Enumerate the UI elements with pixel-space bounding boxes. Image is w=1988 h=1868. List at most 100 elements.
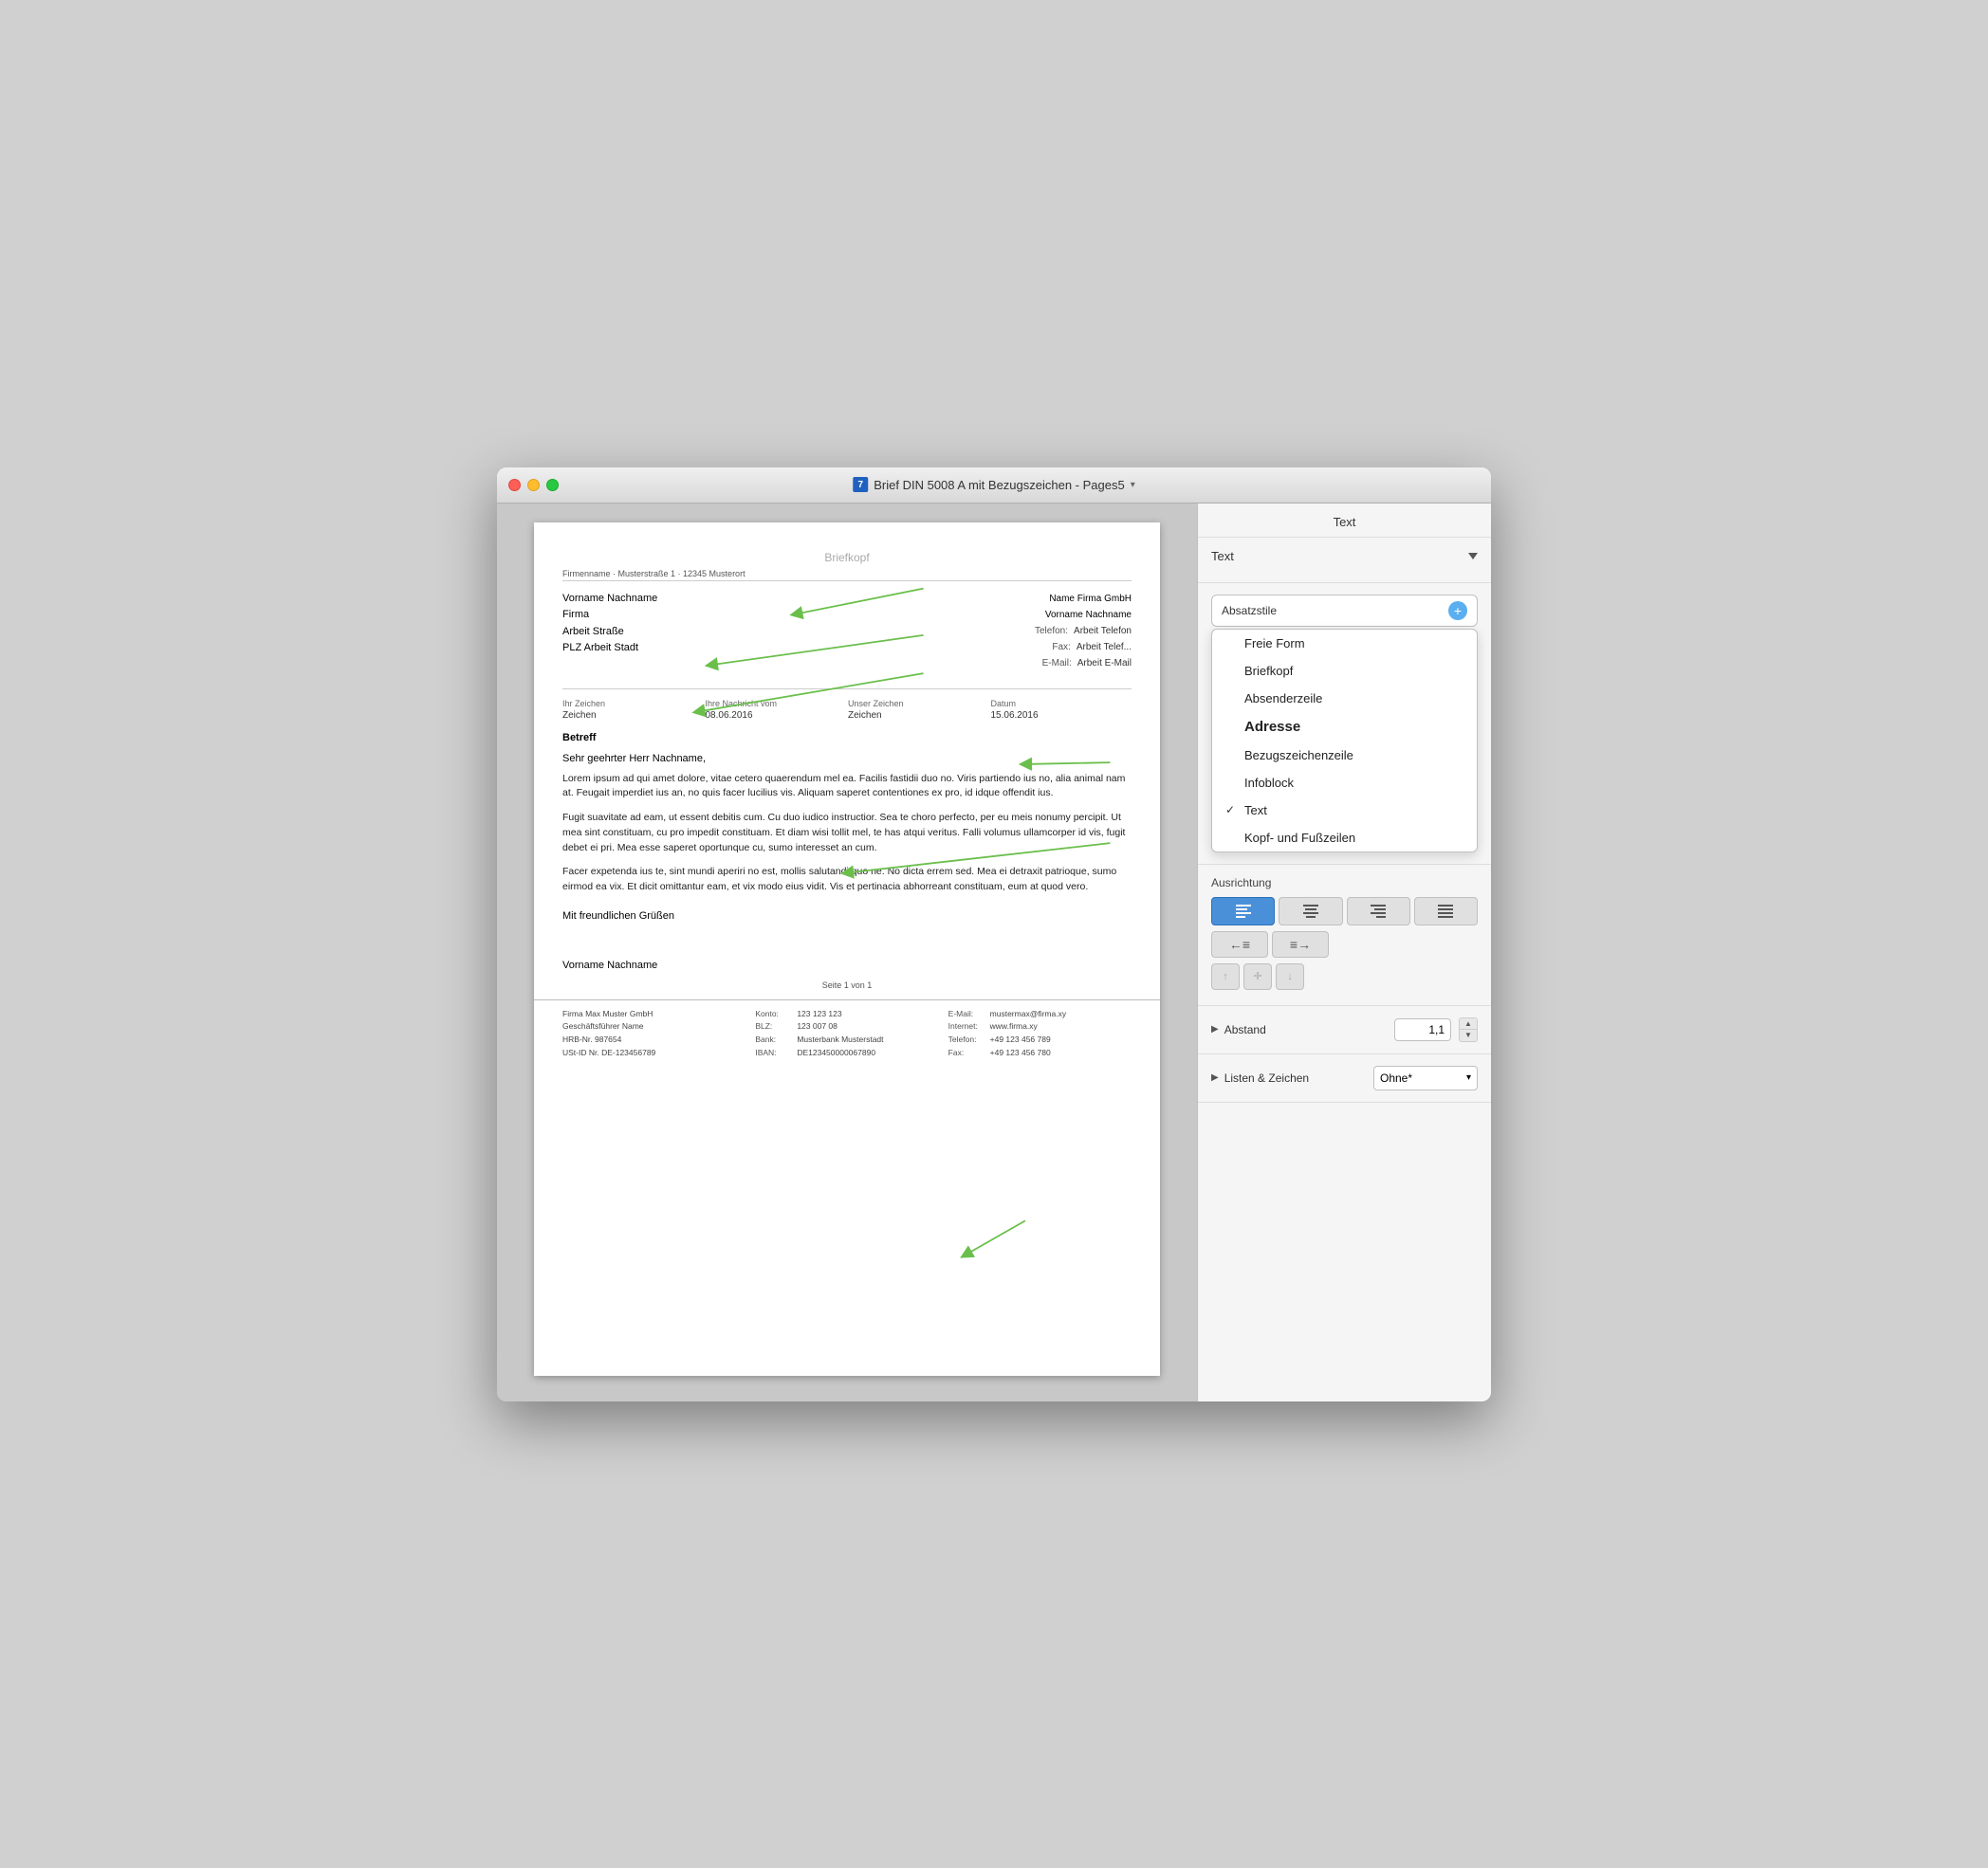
blz-val: 123 007 08 bbox=[797, 1020, 838, 1034]
address-strasse: Arbeit Straße bbox=[562, 624, 657, 641]
sender-email-row: E-Mail: Arbeit E-Mail bbox=[1021, 655, 1132, 671]
bank-val: Musterbank Musterstadt bbox=[797, 1034, 883, 1047]
listen-collapse-icon: ▶ bbox=[1211, 1072, 1219, 1083]
text-style-label: Text bbox=[1211, 549, 1234, 563]
style-label-freieform: Freie Form bbox=[1244, 636, 1305, 650]
signature-name: Vorname Nachname bbox=[562, 960, 1132, 971]
footer-email-val: mustermax@firma.xy bbox=[990, 1008, 1066, 1021]
document-page: Briefkopf Firmenname · Musterstraße 1 · … bbox=[534, 522, 1160, 1376]
listen-select[interactable]: Ohne* ▾ bbox=[1373, 1066, 1478, 1090]
betreff: Betreff bbox=[562, 732, 1132, 743]
doc-wrapper: Briefkopf Firmenname · Musterstraße 1 · … bbox=[516, 522, 1178, 1376]
bz-val-3: 15.06.2016 bbox=[991, 710, 1132, 721]
footer-iban-row: IBAN: DE123450000067890 bbox=[755, 1047, 938, 1060]
chevron-down-icon[interactable] bbox=[1468, 553, 1478, 559]
style-label-infoblock: Infoblock bbox=[1244, 776, 1294, 790]
bz-label-2: Unser Zeichen bbox=[848, 699, 989, 708]
paragraph-2: Fugit suavitate ad eam, ut essent debiti… bbox=[562, 811, 1132, 855]
close-button[interactable] bbox=[508, 479, 521, 491]
indent-increase-button[interactable]: ≡→ bbox=[1272, 931, 1329, 958]
bz-label-0: Ihr Zeichen bbox=[562, 699, 704, 708]
align-center-button[interactable] bbox=[1279, 897, 1342, 925]
bz-val-1: 08.06.2016 bbox=[706, 710, 847, 721]
window-title: 7 Brief DIN 5008 A mit Bezugszeichen - P… bbox=[853, 477, 1135, 492]
footer-company: Firma Max Muster GmbH bbox=[562, 1008, 746, 1021]
text-style-section: Text bbox=[1198, 538, 1491, 583]
abstand-row: ▶ Abstand ▲ ▼ bbox=[1211, 1017, 1478, 1042]
app-window: 7 Brief DIN 5008 A mit Bezugszeichen - P… bbox=[497, 467, 1491, 1401]
style-item-freieform[interactable]: Freie Form bbox=[1212, 630, 1477, 657]
col-bottom-button[interactable]: ↓ bbox=[1276, 963, 1304, 990]
footer-telefon-row: Telefon: +49 123 456 789 bbox=[948, 1034, 1132, 1047]
align-right-button[interactable] bbox=[1347, 897, 1410, 925]
sender-company: Name Firma GmbH bbox=[1021, 591, 1132, 607]
abstand-increase-button[interactable]: ▲ bbox=[1460, 1018, 1477, 1030]
paragraph-3: Facer expetenda ius te, sint mundi aperi… bbox=[562, 865, 1132, 895]
konto-label: Konto: bbox=[755, 1008, 793, 1021]
bz-val-0: Zeichen bbox=[562, 710, 704, 721]
address-block: Vorname Nachname Firma Arbeit Straße PLZ… bbox=[562, 591, 657, 657]
iban-val: DE123450000067890 bbox=[797, 1047, 875, 1060]
indent-decrease-button[interactable]: ←≡ bbox=[1211, 931, 1268, 958]
blz-label: BLZ: bbox=[755, 1020, 793, 1034]
bank-label: Bank: bbox=[755, 1034, 793, 1047]
minimize-button[interactable] bbox=[527, 479, 540, 491]
style-item-adresse[interactable]: Adresse bbox=[1212, 712, 1477, 742]
footer-fax-val: +49 123 456 780 bbox=[990, 1047, 1051, 1060]
align-justify-button[interactable] bbox=[1414, 897, 1478, 925]
right-panel: Text Text Absatzstile + bbox=[1197, 504, 1491, 1401]
absatzstile-dropdown: Absatzstile + Freie Form Briefkopf bbox=[1211, 595, 1478, 852]
footer-gf: Geschäftsführer Name bbox=[562, 1020, 746, 1034]
add-style-button[interactable]: + bbox=[1448, 601, 1467, 620]
footer-fax-row: Fax: +49 123 456 780 bbox=[948, 1047, 1132, 1060]
page-footer: Firma Max Muster GmbH Geschäftsführer Na… bbox=[534, 999, 1160, 1067]
style-label-text: Text bbox=[1244, 803, 1267, 817]
bz-label-1: Ihre Nachricht vom bbox=[706, 699, 847, 708]
sender-info: Name Firma GmbH Vorname Nachname Telefon… bbox=[1021, 591, 1132, 671]
listen-label: Listen & Zeichen bbox=[1224, 1071, 1368, 1085]
footer-internet-row: Internet: www.firma.xy bbox=[948, 1020, 1132, 1034]
address-firma: Firma bbox=[562, 607, 657, 624]
page-header: Briefkopf Firmenname · Musterstraße 1 · … bbox=[534, 522, 1160, 671]
abstand-input[interactable] bbox=[1394, 1018, 1451, 1041]
header-top: Vorname Nachname Firma Arbeit Straße PLZ… bbox=[562, 591, 1132, 671]
style-item-text[interactable]: ✓ Text bbox=[1212, 797, 1477, 824]
style-item-absenderzeile[interactable]: Absenderzeile bbox=[1212, 685, 1477, 712]
style-item-bezugszeichenzeile[interactable]: Bezugszeichenzeile bbox=[1212, 742, 1477, 769]
fax-label: Fax: bbox=[1023, 639, 1071, 655]
style-label-kopffusszeilen: Kopf- und Fußzeilen bbox=[1244, 831, 1355, 845]
page-number: Seite 1 von 1 bbox=[534, 971, 1160, 999]
iban-label: IBAN: bbox=[755, 1047, 793, 1060]
listen-row: ▶ Listen & Zeichen Ohne* ▾ bbox=[1211, 1066, 1478, 1090]
maximize-button[interactable] bbox=[546, 479, 559, 491]
style-item-infoblock[interactable]: Infoblock bbox=[1212, 769, 1477, 797]
main-content: Briefkopf Firmenname · Musterstraße 1 · … bbox=[497, 504, 1491, 1401]
absatzstile-header[interactable]: Absatzstile + bbox=[1211, 595, 1478, 627]
paragraph-1: Lorem ipsum ad qui amet dolore, vitae ce… bbox=[562, 772, 1132, 802]
col-center-v-button[interactable]: ✛ bbox=[1243, 963, 1272, 990]
internet-label: Internet: bbox=[948, 1020, 986, 1034]
listen-chevron-icon: ▾ bbox=[1466, 1072, 1471, 1083]
title-bar: 7 Brief DIN 5008 A mit Bezugszeichen - P… bbox=[497, 467, 1491, 504]
footer-col-2: Konto: 123 123 123 BLZ: 123 007 08 Bank:… bbox=[755, 1008, 938, 1059]
style-item-briefkopf[interactable]: Briefkopf bbox=[1212, 657, 1477, 685]
align-left-button[interactable] bbox=[1211, 897, 1275, 925]
sender-telefon-row: Telefon: Arbeit Telefon bbox=[1021, 623, 1132, 639]
style-label-bezugszeichenzeile: Bezugszeichenzeile bbox=[1244, 748, 1353, 762]
footer-telefon-label: Telefon: bbox=[948, 1034, 986, 1047]
abstand-decrease-button[interactable]: ▼ bbox=[1460, 1030, 1477, 1041]
abstand-label: Abstand bbox=[1224, 1023, 1389, 1036]
salutation: Sehr geehrter Herr Nachname, bbox=[562, 753, 1132, 764]
collapse-arrow-icon: ▶ bbox=[1211, 1024, 1219, 1035]
footer-konto-row: Konto: 123 123 123 bbox=[755, 1008, 938, 1021]
absatzstile-section: Absatzstile + Freie Form Briefkopf bbox=[1198, 583, 1491, 865]
listen-section: ▶ Listen & Zeichen Ohne* ▾ bbox=[1198, 1054, 1491, 1103]
absatzstile-label: Absatzstile bbox=[1222, 604, 1277, 617]
page-body: Betreff Sehr geehrter Herr Nachname, Lor… bbox=[534, 732, 1160, 971]
col-top-button[interactable]: ↑ bbox=[1211, 963, 1240, 990]
style-item-kopffusszeilen[interactable]: Kopf- und Fußzeilen bbox=[1212, 824, 1477, 852]
checkmark-text: ✓ bbox=[1225, 803, 1239, 816]
sender-contact: Vorname Nachname bbox=[1021, 607, 1132, 623]
bz-label-3: Datum bbox=[991, 699, 1132, 708]
abstand-section: ▶ Abstand ▲ ▼ bbox=[1198, 1006, 1491, 1054]
